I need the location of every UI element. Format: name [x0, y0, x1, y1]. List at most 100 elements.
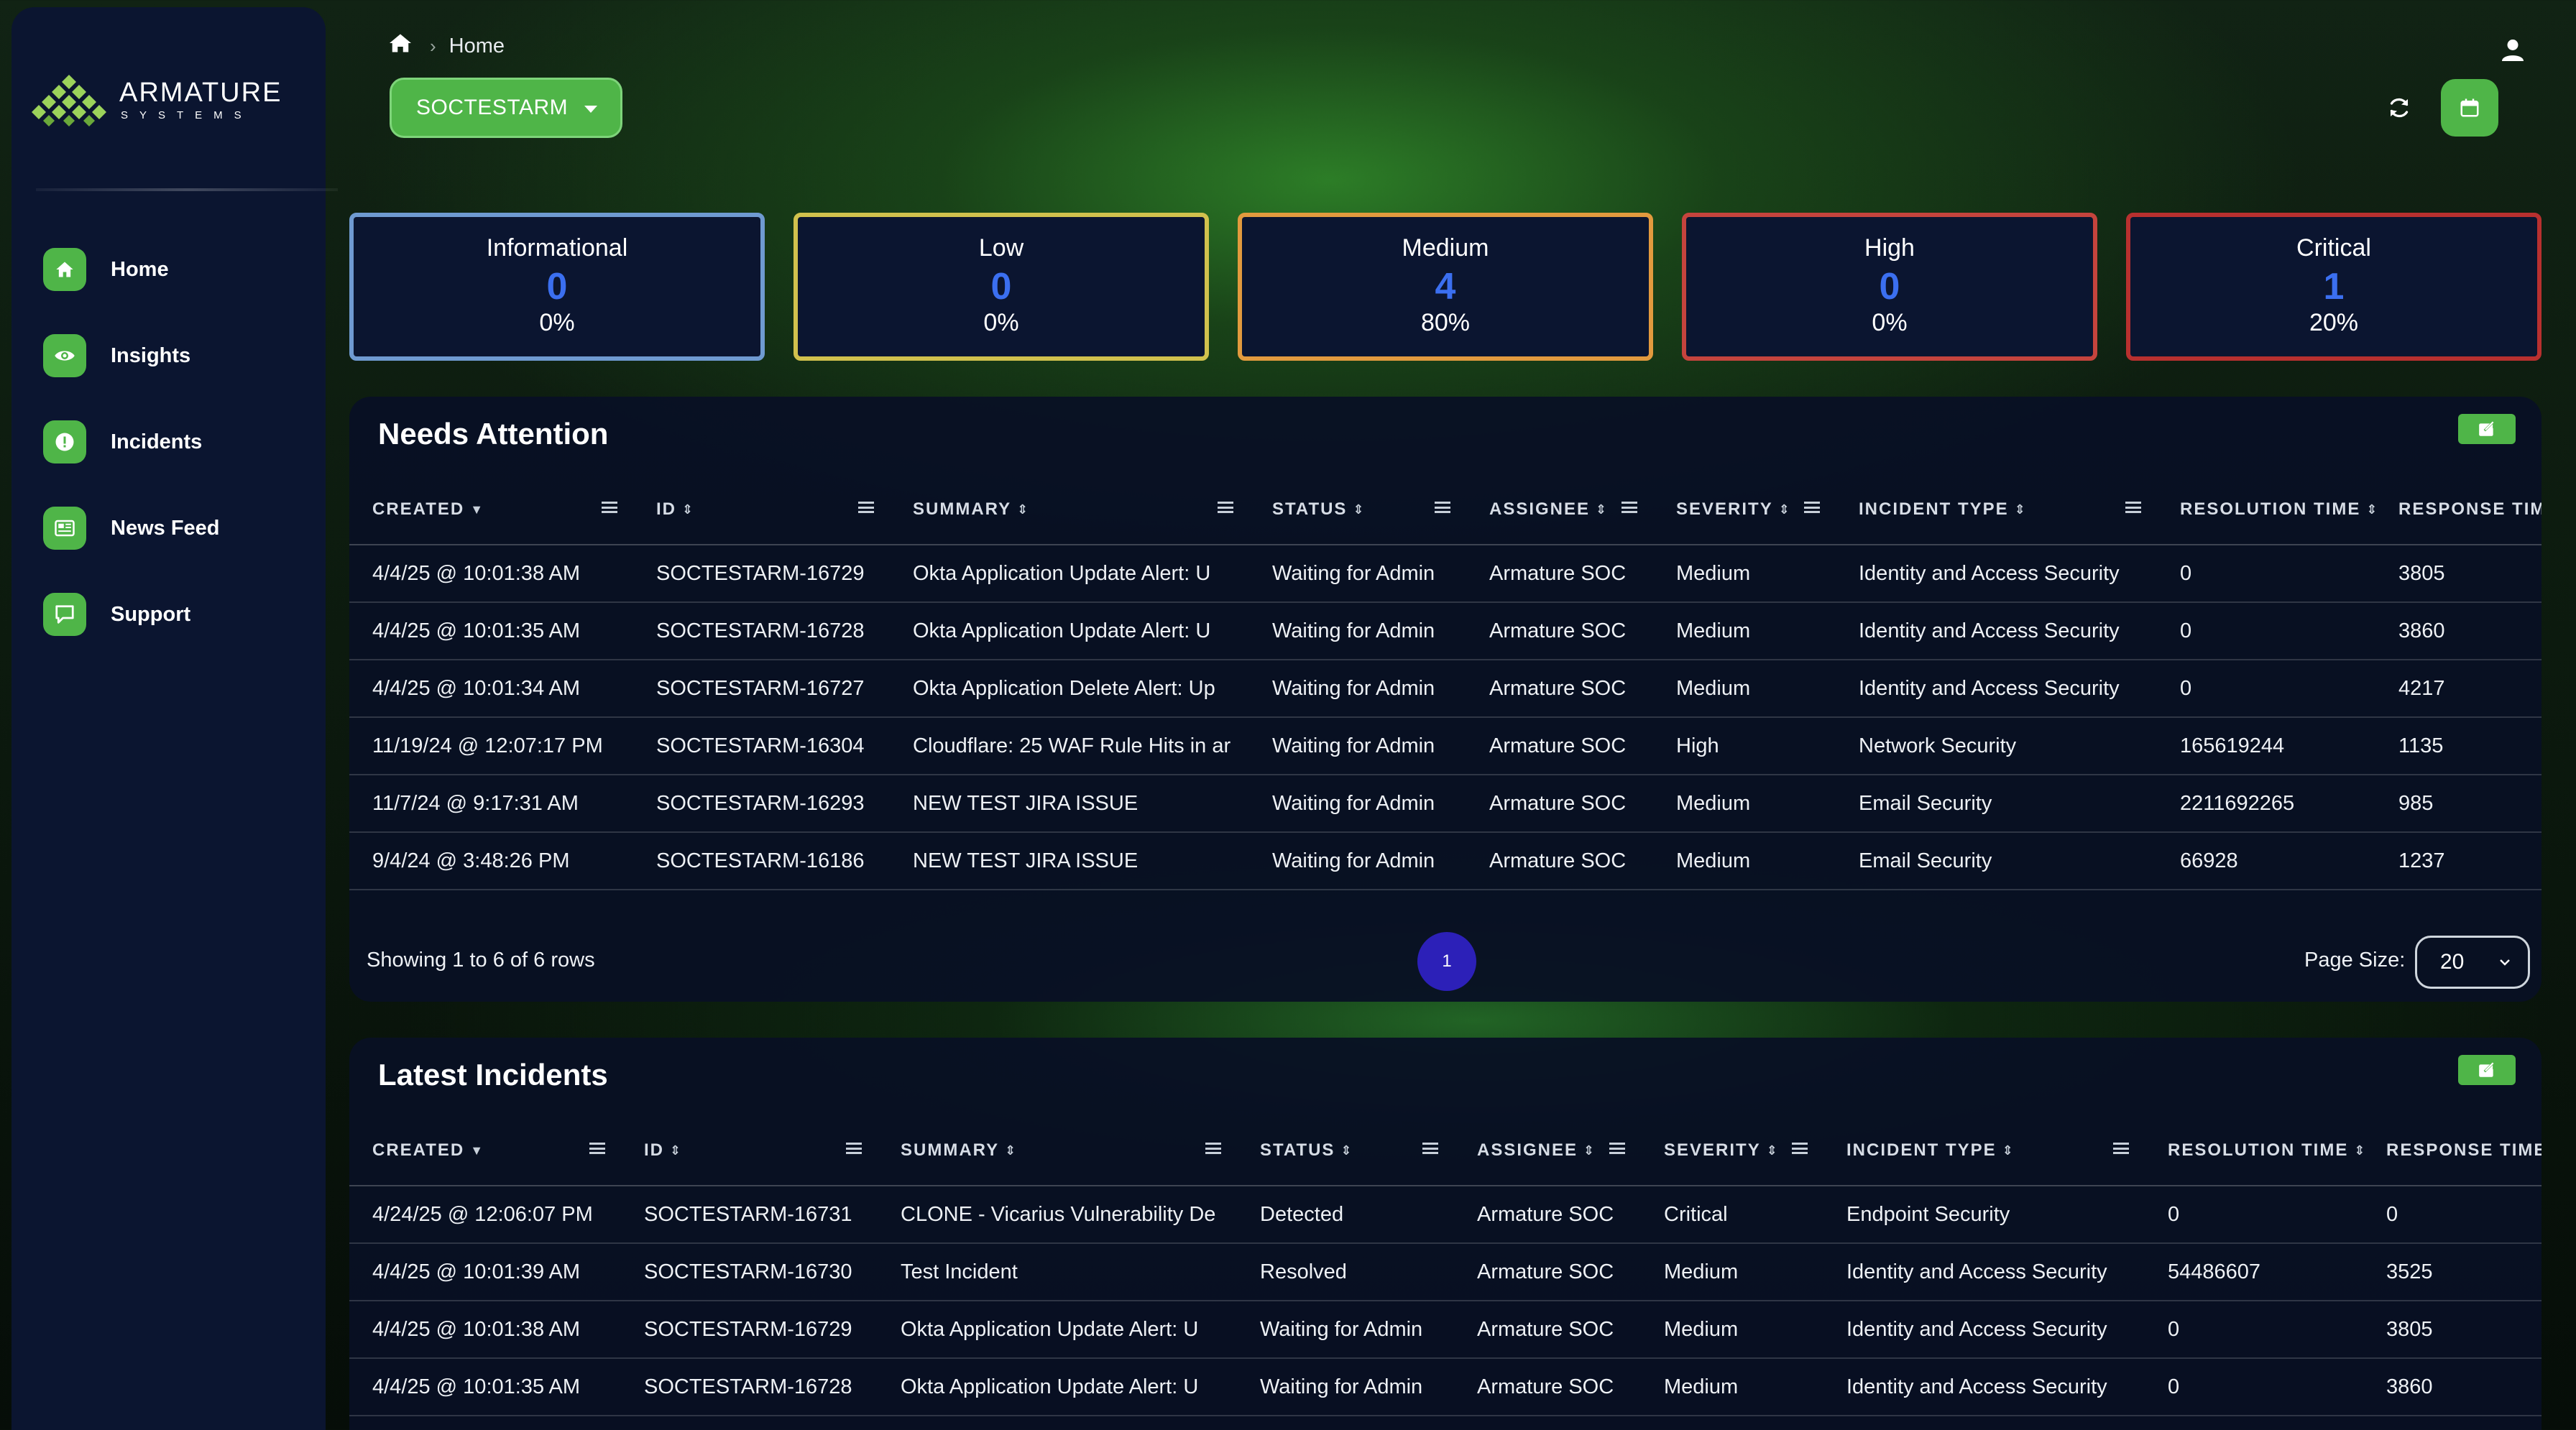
column-header-created[interactable]: CREATED ▼: [349, 1115, 621, 1186]
cell-assignee: Armature SOC: [1466, 832, 1653, 890]
brand-logo[interactable]: ARMATURE SYSTEMS: [22, 68, 323, 132]
column-header-severity[interactable]: SEVERITY ⇕: [1641, 1115, 1823, 1186]
sort-desc-icon: ▼: [470, 502, 485, 517]
column-menu-icon[interactable]: [1804, 502, 1820, 513]
cell-created: 4/24/25 @ 12:06:07 PM: [349, 1186, 621, 1244]
incident-id-link[interactable]: SOCTESTARM-16730: [621, 1243, 878, 1301]
column-menu-icon[interactable]: [858, 502, 874, 513]
column-header-resolution-time[interactable]: RESOLUTION TIME ⇕: [2145, 1115, 2363, 1186]
calendar-button[interactable]: [2441, 79, 2498, 137]
cell-summary: NEW TEST JIRA ISSUE: [890, 775, 1249, 833]
column-header-incident-type[interactable]: INCIDENT TYPE ⇕: [1836, 474, 2157, 545]
sidebar-item-news-feed[interactable]: News Feed: [43, 503, 220, 553]
sidebar-item-support[interactable]: Support: [43, 589, 220, 640]
export-button[interactable]: [2458, 1055, 2516, 1085]
table-row[interactable]: 9/4/24 @ 3:48:26 PM SOCTESTARM-16186 NEW…: [349, 832, 2542, 890]
export-button[interactable]: [2458, 414, 2516, 444]
column-header-status[interactable]: STATUS ⇕: [1237, 1115, 1454, 1186]
column-header-response-time[interactable]: RESPONSE TIME: [2363, 1115, 2542, 1186]
incident-id-link[interactable]: SOCTESTARM-16304: [633, 717, 890, 775]
table-row[interactable]: 4/4/25 @ 10:01:35 AM SOCTESTARM-16728 Ok…: [349, 1358, 2542, 1416]
table-row[interactable]: 4/4/25 @ 10:01:39 AM SOCTESTARM-16730 Te…: [349, 1243, 2542, 1301]
sidebar-item-home[interactable]: Home: [43, 244, 220, 295]
cell-assignee: Armature SOC: [1466, 545, 1653, 603]
column-menu-icon[interactable]: [602, 502, 617, 513]
needs-attention-table: CREATED ▼ ID ⇕ SUMMARY ⇕ STATUS ⇕ ASSIGNEE ⇕ …: [349, 474, 2542, 890]
column-menu-icon[interactable]: [1218, 502, 1233, 513]
incident-id-link[interactable]: SOCTESTARM-16293: [633, 775, 890, 833]
user-icon[interactable]: [2500, 37, 2526, 63]
table-row[interactable]: 11/7/24 @ 9:17:31 AM SOCTESTARM-16293 NE…: [349, 775, 2542, 833]
severity-card-high[interactable]: High 0 0%: [1682, 213, 2097, 361]
cell-status: Resolved: [1237, 1243, 1454, 1301]
cell-status: Waiting for Admin: [1249, 660, 1466, 718]
column-header-label: RESPONSE TIM: [2398, 499, 2542, 519]
cell-resolution-time: 0: [2157, 602, 2375, 660]
column-header-severity[interactable]: SEVERITY ⇕: [1653, 474, 1836, 545]
table-row[interactable]: 11/19/24 @ 12:07:17 PM SOCTESTARM-16304 …: [349, 717, 2542, 775]
severity-percent: 80%: [1420, 309, 1471, 336]
column-menu-icon[interactable]: [2113, 1143, 2129, 1154]
cell-status: Waiting for Admin: [1249, 832, 1466, 890]
column-menu-icon[interactable]: [1609, 1143, 1625, 1154]
table-row[interactable]: 4/4/25 @ 10:01:38 AM SOCTESTARM-16729 Ok…: [349, 545, 2542, 603]
cell-incident-type: Identity and Access Security: [1823, 1358, 2145, 1416]
latest-incidents-panel: Latest Incidents CREATED ▼ ID ⇕ SUMMARY ⇕ S…: [349, 1038, 2542, 1430]
column-header-incident-type[interactable]: INCIDENT TYPE ⇕: [1823, 1115, 2145, 1186]
incident-id-link[interactable]: SOCTESTARM-16728: [621, 1358, 878, 1416]
column-header-assignee[interactable]: ASSIGNEE ⇕: [1454, 1115, 1641, 1186]
page-size-select[interactable]: 20: [2415, 936, 2530, 989]
page-button-1[interactable]: 1: [1417, 932, 1476, 991]
column-header-label: SUMMARY: [913, 499, 1012, 519]
column-header-status[interactable]: STATUS ⇕: [1249, 474, 1466, 545]
incident-id-link[interactable]: SOCTESTARM-16729: [633, 545, 890, 603]
column-menu-icon[interactable]: [1205, 1143, 1221, 1154]
sidebar-item-incidents[interactable]: Incidents: [43, 417, 220, 467]
column-header-created[interactable]: CREATED ▼: [349, 474, 633, 545]
severity-card-medium[interactable]: Medium 4 80%: [1238, 213, 1653, 361]
incident-id-link[interactable]: SOCTESTARM-16731: [621, 1186, 878, 1244]
column-header-label: SUMMARY: [901, 1140, 1000, 1160]
column-menu-icon[interactable]: [846, 1143, 862, 1154]
eye-icon: [43, 334, 86, 377]
severity-count: 0: [990, 266, 1012, 308]
column-header-summary[interactable]: SUMMARY ⇕: [878, 1115, 1237, 1186]
table-row[interactable]: 4/4/25 @ 10:01:38 AM SOCTESTARM-16729 Ok…: [349, 1301, 2542, 1359]
incident-id-link[interactable]: SOCTESTARM-16728: [633, 602, 890, 660]
column-menu-icon[interactable]: [2125, 502, 2141, 513]
cell-status: Waiting for Admin: [1249, 545, 1466, 603]
column-menu-icon[interactable]: [1622, 502, 1637, 513]
org-select-dropdown[interactable]: SOCTESTARM: [390, 78, 622, 138]
sidebar-item-insights[interactable]: Insights: [43, 331, 220, 381]
sort-icon: ⇕: [1353, 502, 1366, 517]
cell-incident-type: Email Security: [1836, 775, 2157, 833]
sidebar: ARMATURE SYSTEMS Home Insights Incidents: [12, 7, 338, 1430]
table-row[interactable]: 4/24/25 @ 12:06:07 PM SOCTESTARM-16731 C…: [349, 1186, 2542, 1244]
incident-id-link[interactable]: SOCTESTARM-16186: [633, 832, 890, 890]
incident-id-link[interactable]: SOCTESTARM-16729: [621, 1301, 878, 1359]
severity-card-low[interactable]: Low 0 0%: [794, 213, 1209, 361]
severity-card-informational[interactable]: Informational 0 0%: [349, 213, 765, 361]
column-header-id[interactable]: ID ⇕: [621, 1115, 878, 1186]
column-header-resolution-time[interactable]: RESOLUTION TIME ⇕: [2157, 474, 2375, 545]
severity-count: 4: [1435, 266, 1456, 308]
column-menu-icon[interactable]: [1435, 502, 1450, 513]
column-header-response-time[interactable]: RESPONSE TIM: [2375, 474, 2542, 545]
column-header-summary[interactable]: SUMMARY ⇕: [890, 474, 1249, 545]
home-icon[interactable]: [390, 33, 411, 59]
table-row[interactable]: 4/4/25 @ 10:01:34 AM SOCTESTARM-16727 Ok…: [349, 660, 2542, 718]
cell-resolution-time: 2211692265: [2157, 775, 2375, 833]
column-menu-icon[interactable]: [1792, 1143, 1808, 1154]
severity-card-critical[interactable]: Critical 1 20%: [2126, 213, 2542, 361]
page-size-label: Page Size:: [2304, 949, 2406, 972]
column-header-id[interactable]: ID ⇕: [633, 474, 890, 545]
refresh-icon[interactable]: [2386, 95, 2412, 121]
incident-id-link[interactable]: SOCTESTARM-16727: [633, 660, 890, 718]
column-menu-icon[interactable]: [589, 1143, 605, 1154]
column-header-assignee[interactable]: ASSIGNEE ⇕: [1466, 474, 1653, 545]
cell-incident-type: Identity and Access Security: [1836, 545, 2157, 603]
table-row[interactable]: 4/4/25 @ 10:01:35 AM SOCTESTARM-16728 Ok…: [349, 602, 2542, 660]
column-header-label: ID: [644, 1140, 664, 1160]
cell-incident-type: Identity and Access Security: [1836, 660, 2157, 718]
column-menu-icon[interactable]: [1422, 1143, 1438, 1154]
